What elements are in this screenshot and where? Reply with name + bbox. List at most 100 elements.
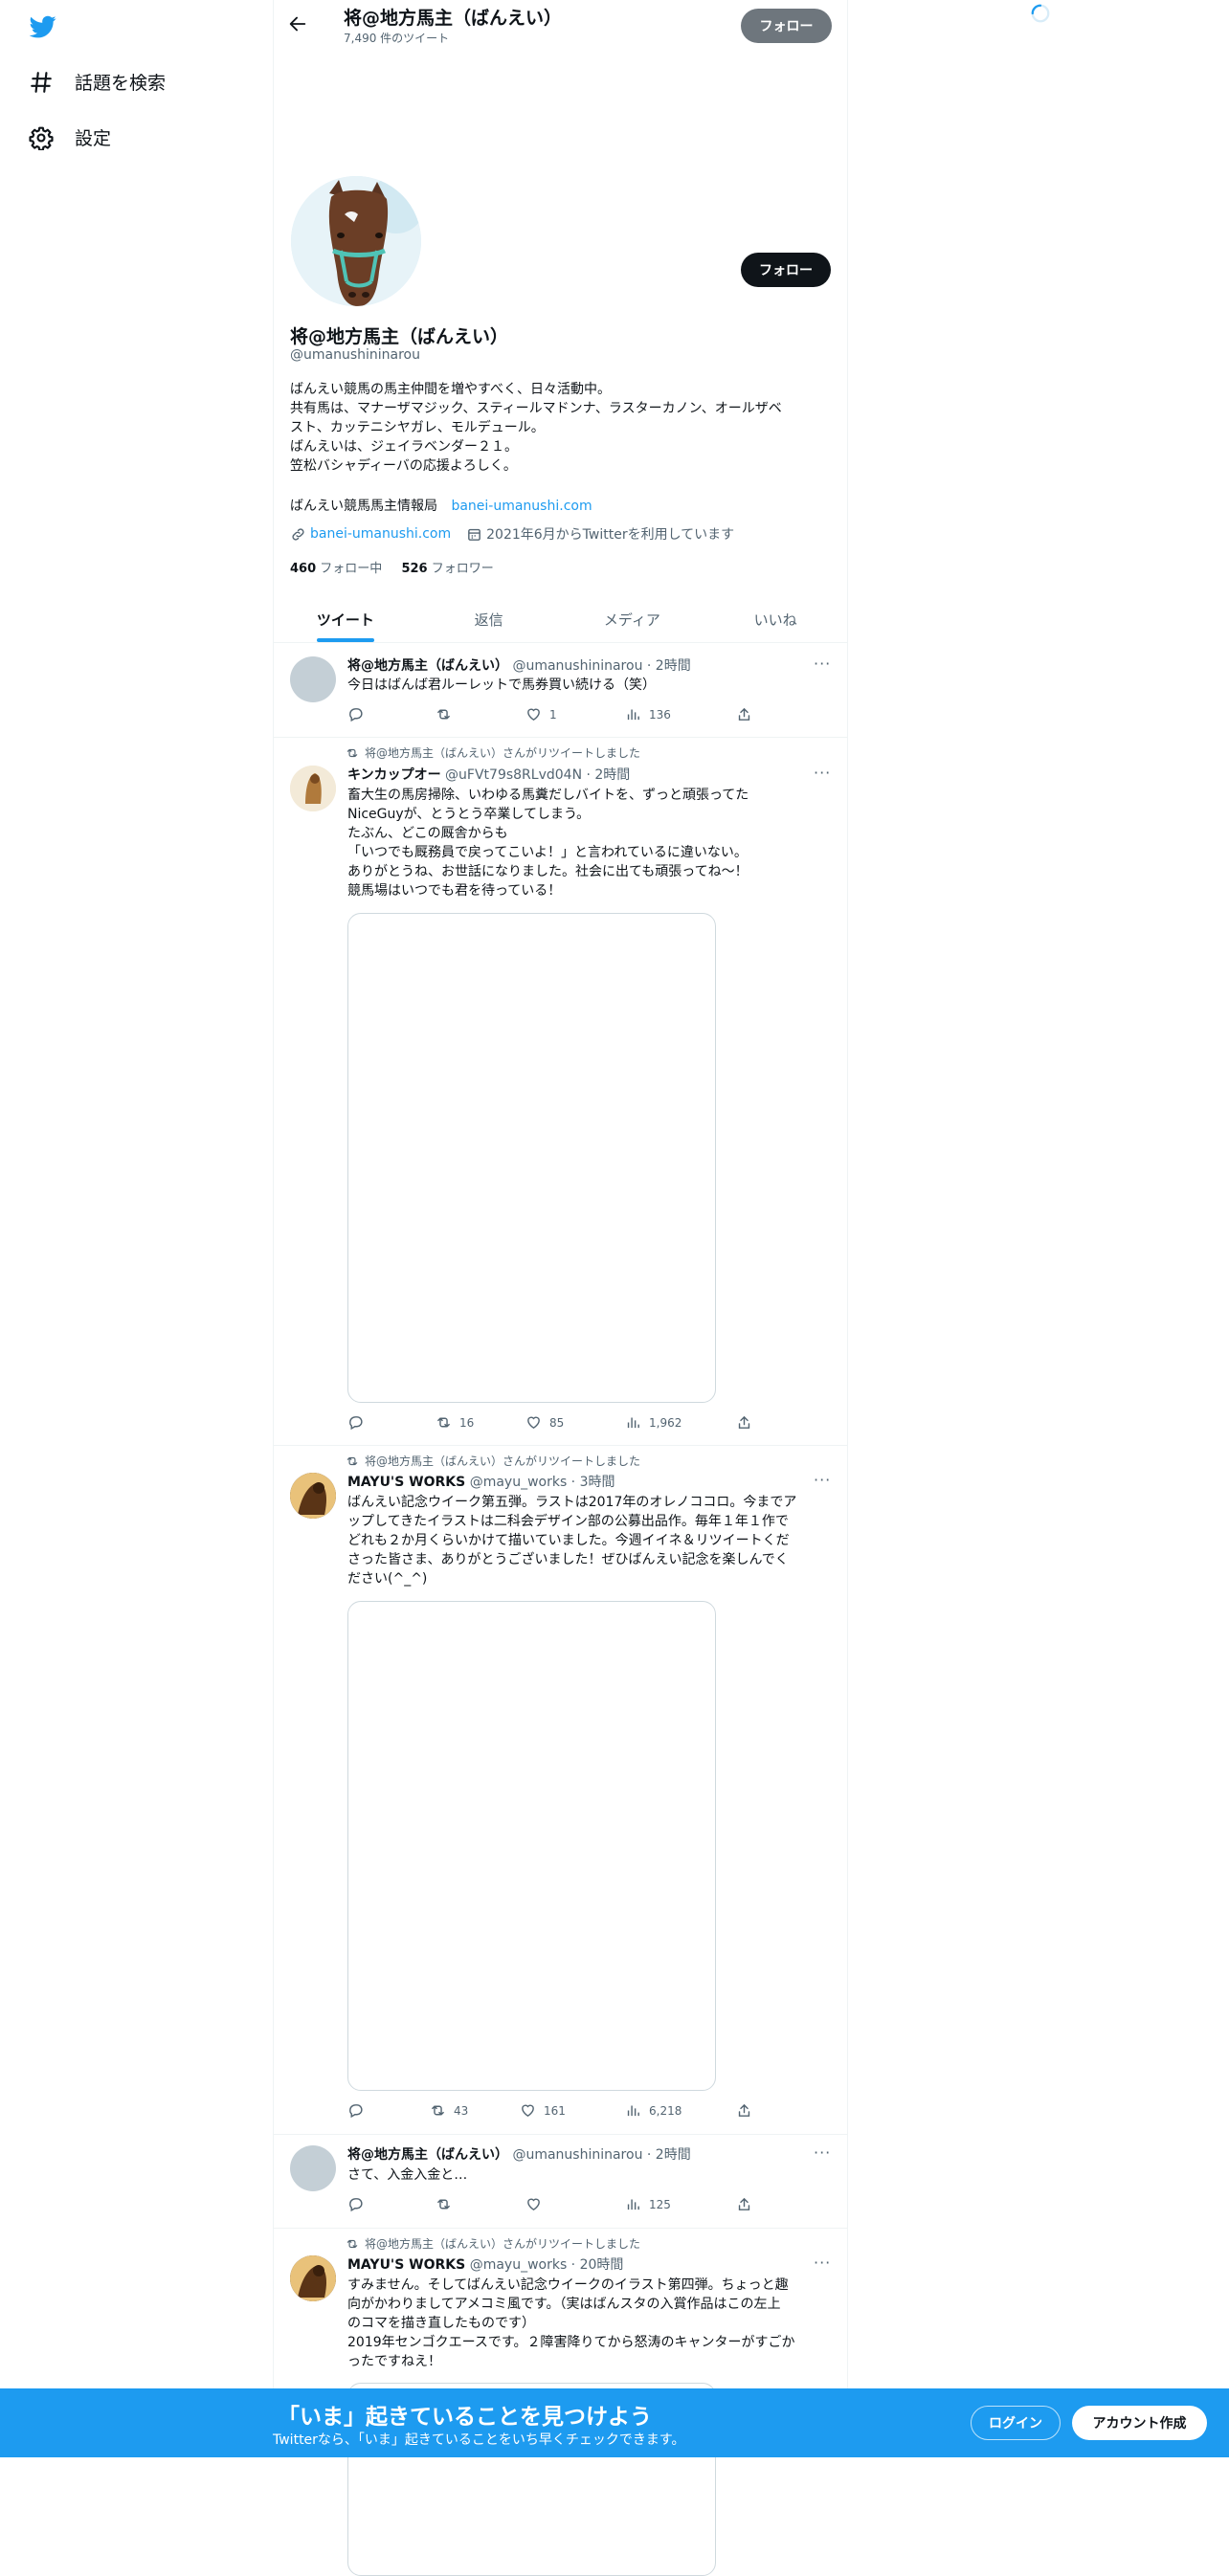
tweet-text: さて、入金入金と…: [347, 2167, 468, 2183]
retweet-button[interactable]: [436, 2196, 452, 2212]
heart-icon: [527, 2198, 540, 2211]
website-link[interactable]: banei-umanushi.com: [310, 526, 451, 542]
bio-line: 共有馬は、マナーザマジック、スティールマドンナ、ラスターカノン、オールザベ: [290, 401, 782, 416]
retweet-button[interactable]: [436, 706, 452, 722]
views-button[interactable]: 125: [625, 2196, 671, 2212]
tweet-actions: 43 161 6,218: [347, 2102, 759, 2121]
views-button[interactable]: 136: [625, 706, 671, 722]
loading-spinner-icon: [1031, 4, 1050, 23]
tweet-text: ばんえい記念ウイーク第五弾。ラストは2017年のオレノココロ。今までア ップして…: [347, 1495, 797, 1587]
like-button[interactable]: 161: [520, 2102, 566, 2119]
reply-button[interactable]: [347, 1414, 364, 1431]
avatar[interactable]: [290, 2255, 336, 2301]
share-icon: [738, 2197, 750, 2210]
share-button[interactable]: [736, 706, 752, 722]
tweet[interactable]: 将@地方馬主（ばんえい） @umanushininarou · 2時間 ··· …: [274, 2134, 847, 2229]
sidebar-item-settings[interactable]: 設定: [29, 124, 111, 150]
tab-replies[interactable]: 返信: [417, 596, 561, 642]
tweet-header: キンカップオー @uFVt79s8RLvd04N · 2時間: [347, 767, 631, 783]
bio-extra-row: ばんえい競馬馬主情報局 banei-umanushi.com: [290, 496, 592, 515]
avatar[interactable]: [290, 1473, 336, 1519]
following-link[interactable]: 460 フォロー中: [290, 562, 382, 576]
views-button[interactable]: 6,218: [625, 2102, 682, 2119]
header-follow-button[interactable]: フォロー: [741, 9, 832, 43]
gear-icon: [29, 126, 54, 150]
reply-icon: [349, 2198, 363, 2212]
tweet[interactable]: 将@地方馬主（ばんえい）さんがリツイートしました キンカップオー @uFVt79…: [274, 738, 847, 1446]
followers-link[interactable]: 526 フォロワー: [401, 562, 493, 576]
follow-button[interactable]: フォロー: [741, 253, 831, 287]
retweet-icon: [437, 1417, 450, 1428]
profile-meta: banei-umanushi.com 2021年6月からTwitterを利用して…: [290, 524, 734, 544]
avatar[interactable]: [290, 766, 336, 811]
more-icon[interactable]: ···: [814, 655, 833, 674]
tab-tweets[interactable]: ツイート: [274, 596, 417, 642]
share-button[interactable]: [736, 2196, 752, 2212]
tweet-actions: 125: [347, 2196, 759, 2215]
reply-button[interactable]: [347, 706, 364, 722]
more-icon[interactable]: ···: [814, 1471, 833, 1490]
reply-button[interactable]: [347, 2196, 364, 2212]
tab-likes[interactable]: いいね: [704, 596, 847, 642]
back-arrow-icon[interactable]: [287, 13, 308, 34]
analytics-icon: [627, 2105, 639, 2117]
main-column: 将@地方馬主（ばんえい） 7,490 件のツイート フォロー フォロー 将@地方…: [273, 0, 848, 2576]
tweet-actions: 16 85 1,962: [347, 1414, 759, 1433]
profile-banner: [274, 51, 847, 189]
tweet-text: すみません。そしてばんえい記念ウイークのイラスト第四弾。ちょっと趣 向がかわりま…: [347, 2277, 795, 2369]
heart-icon: [527, 708, 540, 722]
retweet-indicator: 将@地方馬主（ばんえい）さんがリツイートしました: [346, 2235, 640, 2252]
joined-date: 2021年6月からTwitterを利用しています: [486, 527, 735, 543]
tweet-header: MAYU'S WORKS @mayu_works · 20時間: [347, 2257, 624, 2273]
like-button[interactable]: [525, 2196, 542, 2212]
tweet[interactable]: 将@地方馬主（ばんえい）さんがリツイートしました MAYU'S WORKS @m…: [274, 1445, 847, 2135]
signup-banner: 「いま」起きていることを見つけよう Twitterなら、「いま」起きていることを…: [0, 2388, 1229, 2457]
reply-button[interactable]: [347, 2102, 364, 2119]
analytics-icon: [627, 1417, 639, 1429]
heart-icon: [522, 2104, 534, 2118]
header-name: 将@地方馬主（ばんえい）: [344, 8, 563, 29]
views-button[interactable]: 1,962: [625, 1414, 682, 1431]
tweet-text: 今日はばんば君ルーレットで馬券買い続ける（笑）: [347, 677, 656, 693]
twitter-logo-icon[interactable]: [27, 13, 59, 40]
retweet-icon: [346, 748, 358, 757]
follow-stats: 460 フォロー中 526 フォロワー: [290, 558, 494, 576]
tweet-header: 将@地方馬主（ばんえい） @umanushininarou · 2時間: [347, 2147, 691, 2163]
share-button[interactable]: [736, 1414, 752, 1431]
share-button[interactable]: [736, 2102, 752, 2119]
retweet-button[interactable]: 16: [436, 1414, 474, 1431]
more-icon[interactable]: ···: [814, 2254, 833, 2273]
tweet-actions: 1 136: [347, 706, 759, 725]
profile-name: 将@地方馬主（ばんえい）: [290, 326, 509, 347]
tab-media[interactable]: メディア: [561, 596, 704, 642]
tweet[interactable]: 将@地方馬主（ばんえい） @umanushininarou · 2時間 ··· …: [274, 643, 847, 738]
profile-avatar[interactable]: [288, 173, 424, 309]
like-button[interactable]: 85: [525, 1414, 564, 1431]
avatar[interactable]: [290, 656, 336, 702]
reply-icon: [349, 2104, 363, 2119]
retweet-indicator: 将@地方馬主（ばんえい）さんがリツイートしました: [346, 1453, 640, 1469]
login-button[interactable]: ログイン: [971, 2406, 1061, 2440]
retweet-icon: [437, 709, 450, 720]
bio-line: スト、カッテニシヤガレ、モルデュール。: [290, 420, 545, 435]
tweet-media[interactable]: [347, 913, 716, 1403]
hashtag-icon: [31, 71, 52, 93]
tweet-header: 将@地方馬主（ばんえい） @umanushininarou · 2時間: [347, 658, 691, 674]
retweet-icon: [346, 1456, 358, 1465]
tweet-media[interactable]: [347, 1601, 716, 2091]
analytics-icon: [627, 709, 639, 721]
more-icon[interactable]: ···: [814, 2143, 833, 2163]
reply-icon: [349, 708, 363, 722]
avatar[interactable]: [290, 2145, 336, 2191]
sidebar-item-explore[interactable]: 話題を検索: [29, 69, 166, 95]
share-icon: [738, 707, 750, 721]
retweet-icon: [437, 2199, 450, 2210]
like-button[interactable]: 1: [525, 706, 557, 722]
bio-line: ばんえい競馬の馬主仲間を増やすべく、日々活動中。: [290, 382, 612, 397]
more-icon[interactable]: ···: [814, 764, 833, 783]
signup-button[interactable]: アカウント作成: [1072, 2406, 1207, 2440]
bio-line: 笠松バシャディーバの応援よろしく。: [290, 458, 517, 474]
bio-link[interactable]: banei-umanushi.com: [451, 499, 592, 514]
share-icon: [738, 2103, 750, 2117]
retweet-button[interactable]: 43: [430, 2102, 468, 2119]
